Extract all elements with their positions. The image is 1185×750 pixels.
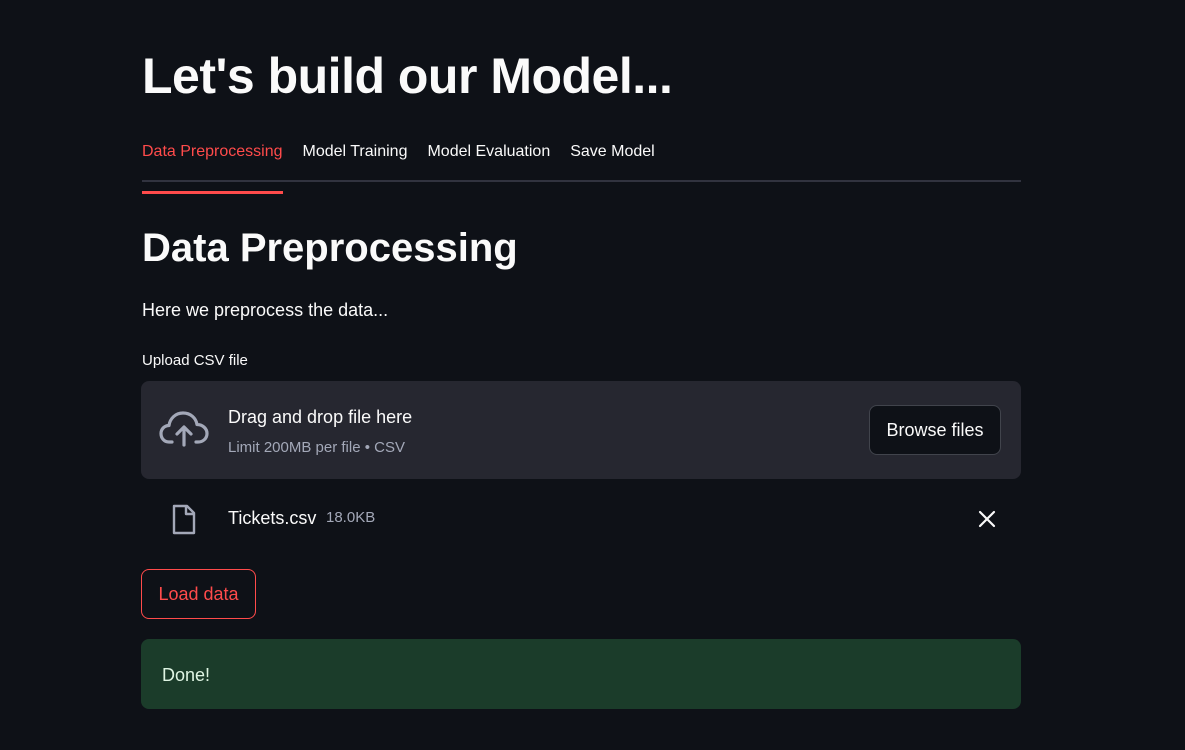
tab-bar: Data Preprocessing Model Training Model … [142,136,1021,194]
success-alert: Done! [141,639,1021,709]
dropzone-limit-text: Limit 200MB per file • CSV [228,439,405,456]
dropzone-instructions: Drag and drop file here [228,407,413,427]
file-name: Tickets.csv [228,508,317,528]
load-data-button[interactable]: Load data [141,569,256,619]
section-title: Data Preprocessing [142,226,518,270]
tab-model-evaluation[interactable]: Model Evaluation [427,136,550,180]
tab-data-preprocessing[interactable]: Data Preprocessing [142,136,283,194]
upload-label: Upload CSV file [142,352,248,369]
section-description: Here we preprocess the data... [142,300,389,320]
uploaded-file-row: Tickets.csv 18.0KB [142,496,1021,542]
cloud-upload-icon [159,411,209,447]
file-dropzone[interactable]: Drag and drop file here Limit 200MB per … [141,381,1021,479]
file-size: 18.0KB [326,509,376,526]
file-icon [172,504,196,535]
tab-save-model[interactable]: Save Model [570,136,655,180]
tab-model-training[interactable]: Model Training [303,136,408,180]
page-title: Let's build our Model... [142,48,673,104]
browse-files-button[interactable]: Browse files [869,405,1001,455]
close-icon[interactable] [978,510,996,528]
success-message: Done! [162,665,211,685]
